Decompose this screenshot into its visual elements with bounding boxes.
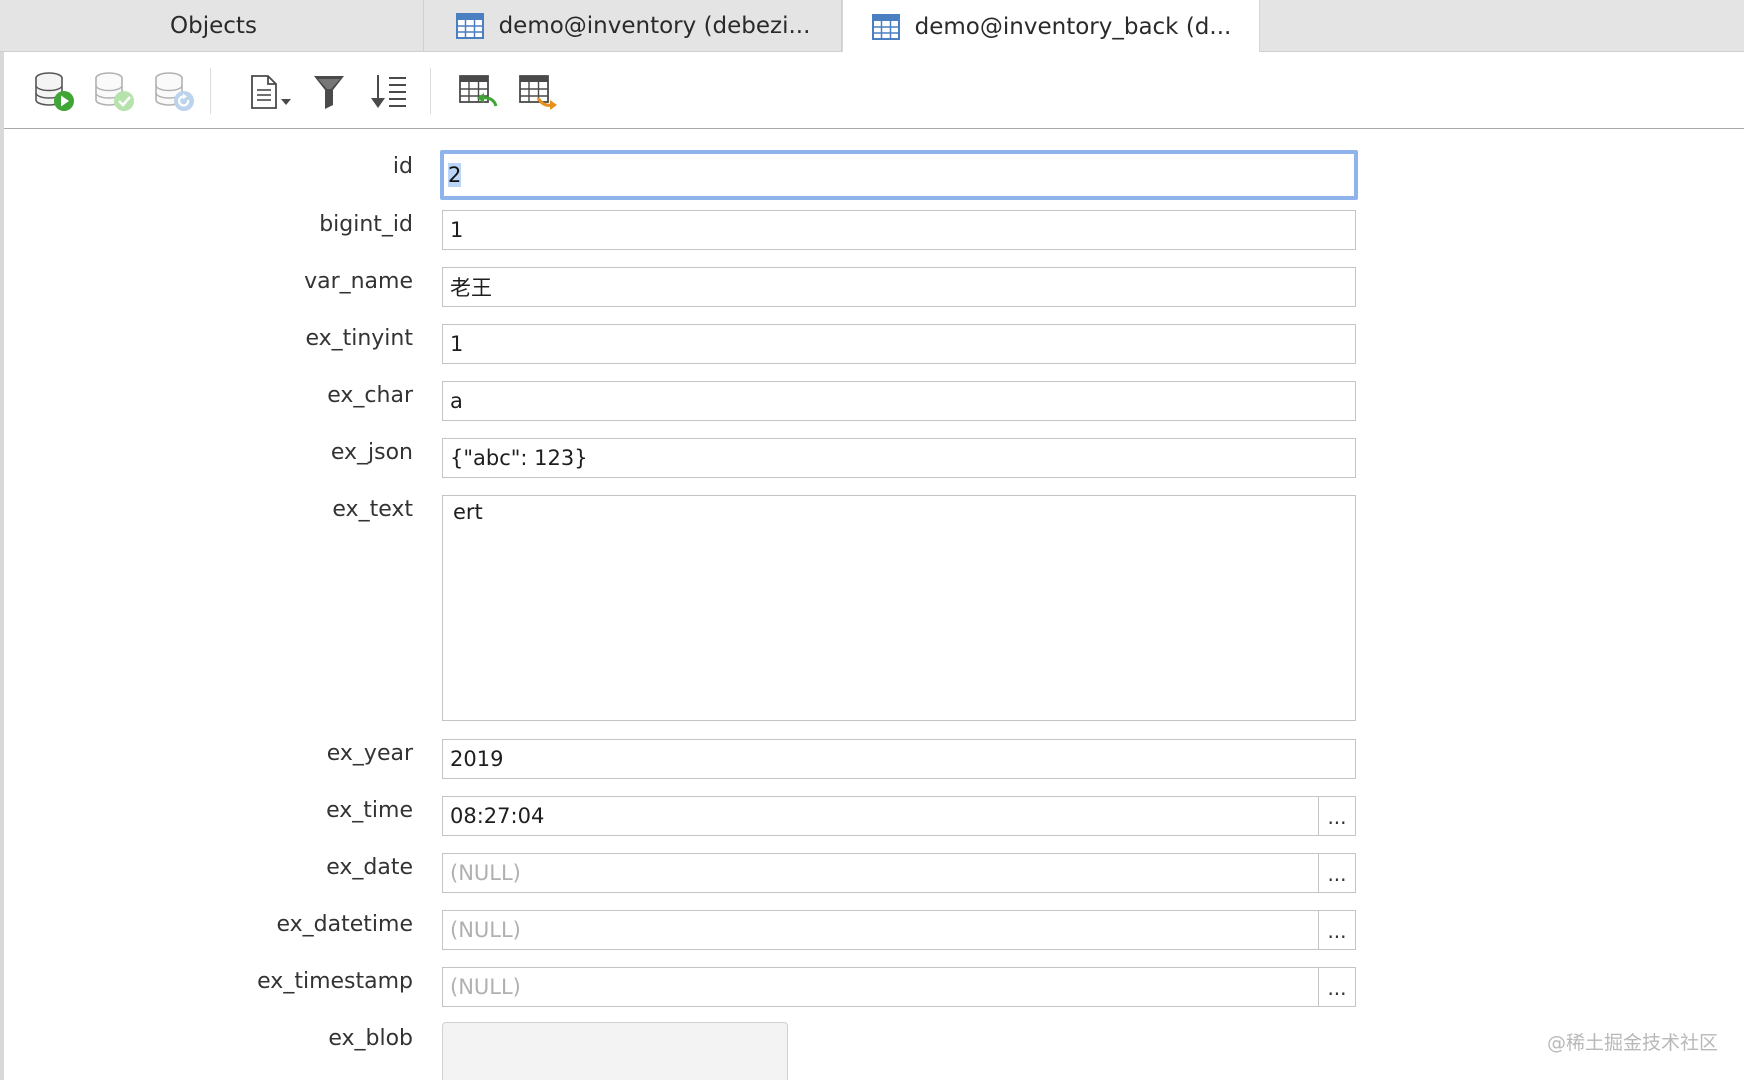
tab-bar: Objects demo@inventory (debezi... demo@i… xyxy=(0,0,1744,53)
db-refresh-icon xyxy=(155,72,194,111)
ex-json-field[interactable]: {"abc": 123} xyxy=(442,438,1356,478)
ex-text-value: ert xyxy=(453,500,483,524)
ex-text-label: ex_text xyxy=(332,497,413,522)
filter-icon xyxy=(314,76,344,109)
watermark: @稀土掘金技术社区 xyxy=(1546,1032,1718,1054)
import-table-icon xyxy=(459,75,498,107)
table-icon xyxy=(871,13,900,40)
id-label: id xyxy=(392,154,413,179)
ex-date-field[interactable]: (NULL) xyxy=(442,853,1319,893)
var-name-value: 老王 xyxy=(450,276,492,300)
bigint-id-value: 1 xyxy=(450,218,464,242)
ex-time-value: 08:27:04 xyxy=(450,804,545,828)
db-refresh-button[interactable] xyxy=(152,70,198,114)
ex-year-field[interactable]: 2019 xyxy=(442,739,1356,779)
toolbar xyxy=(4,52,1744,129)
ex-timestamp-picker-button[interactable]: ... xyxy=(1318,967,1356,1007)
sort-button[interactable] xyxy=(366,70,412,114)
ex-datetime-label: ex_datetime xyxy=(276,912,413,937)
toolbar-separator xyxy=(210,68,211,114)
tab-inventory-back[interactable]: demo@inventory_back (d... xyxy=(842,0,1260,53)
ex-timestamp-value: (NULL) xyxy=(450,975,521,999)
text-view-icon xyxy=(251,75,291,109)
export-table-button[interactable] xyxy=(514,70,560,114)
filter-button[interactable] xyxy=(306,70,352,114)
bigint-id-label: bigint_id xyxy=(319,212,413,237)
ex-datetime-field[interactable]: (NULL) xyxy=(442,910,1319,950)
text-view-button[interactable] xyxy=(246,70,298,114)
tab-inventory-label: demo@inventory (debezi... xyxy=(498,13,811,39)
ex-time-label: ex_time xyxy=(326,798,413,823)
ex-timestamp-field[interactable]: (NULL) xyxy=(442,967,1319,1007)
ex-year-label: ex_year xyxy=(326,741,413,766)
ex-date-value: (NULL) xyxy=(450,861,521,885)
export-table-icon xyxy=(519,75,557,110)
tab-inventory-back-label: demo@inventory_back (d... xyxy=(914,13,1232,40)
ex-blob-field[interactable] xyxy=(442,1022,788,1080)
var-name-label: var_name xyxy=(304,269,413,294)
ex-tinyint-label: ex_tinyint xyxy=(305,326,413,351)
ex-datetime-picker-button[interactable]: ... xyxy=(1318,910,1356,950)
db-apply-icon xyxy=(35,72,74,111)
id-value: 2 xyxy=(448,163,462,187)
ex-tinyint-field[interactable]: 1 xyxy=(442,324,1356,364)
sort-icon xyxy=(371,75,406,108)
import-table-button[interactable] xyxy=(454,70,500,114)
table-icon xyxy=(455,13,484,39)
ex-json-value: {"abc": 123} xyxy=(450,446,588,470)
ex-char-value: a xyxy=(450,389,463,413)
ex-datetime-value: (NULL) xyxy=(450,918,521,942)
ex-tinyint-value: 1 xyxy=(450,332,464,356)
ex-text-field[interactable]: ert xyxy=(442,495,1356,721)
ex-char-label: ex_char xyxy=(327,383,413,408)
ex-time-field[interactable]: 08:27:04 xyxy=(442,796,1319,836)
tab-objects-label: Objects xyxy=(170,13,257,39)
bigint-id-field[interactable]: 1 xyxy=(442,210,1356,250)
tab-inventory[interactable]: demo@inventory (debezi... xyxy=(424,0,842,52)
tab-objects[interactable]: Objects xyxy=(4,0,424,52)
record-form: id 2 bigint_id 1 var_name 老王 ex_tinyint … xyxy=(4,130,1744,1080)
db-apply-button[interactable] xyxy=(32,70,78,114)
ex-date-picker-button[interactable]: ... xyxy=(1318,853,1356,893)
ex-timestamp-label: ex_timestamp xyxy=(257,969,413,994)
ex-year-value: 2019 xyxy=(450,747,504,771)
db-commit-button[interactable] xyxy=(92,70,138,114)
db-commit-icon xyxy=(95,72,134,111)
ex-blob-label: ex_blob xyxy=(328,1026,413,1051)
ex-date-label: ex_date xyxy=(326,855,413,880)
ex-json-label: ex_json xyxy=(330,440,413,465)
toolbar-separator xyxy=(430,68,431,114)
record-form-window: Objects demo@inventory (debezi... demo@i… xyxy=(0,0,1744,1080)
id-field[interactable]: 2 xyxy=(440,150,1358,200)
ex-time-picker-button[interactable]: ... xyxy=(1318,796,1356,836)
ex-char-field[interactable]: a xyxy=(442,381,1356,421)
var-name-field[interactable]: 老王 xyxy=(442,267,1356,307)
